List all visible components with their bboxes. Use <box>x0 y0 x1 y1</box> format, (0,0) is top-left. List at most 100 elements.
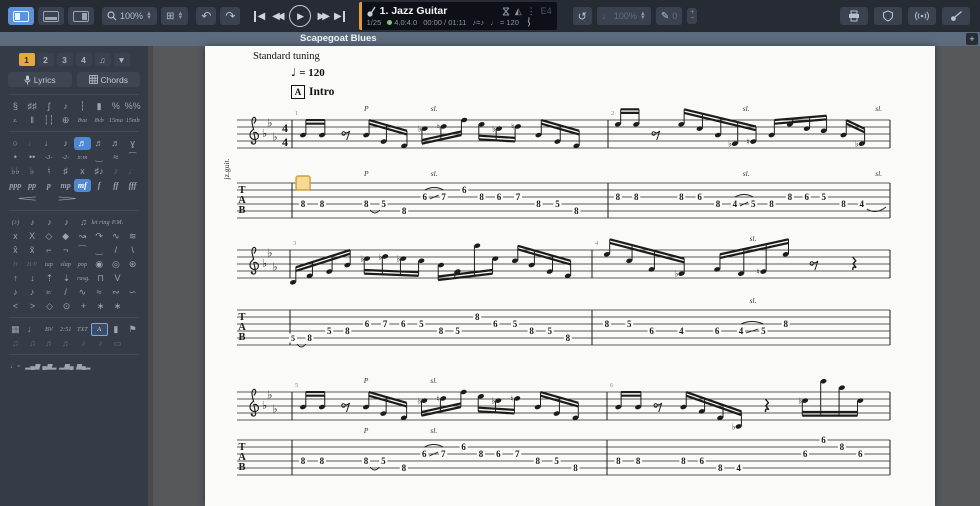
tab-number[interactable]: 8 <box>364 199 369 209</box>
final-barline-tool[interactable]: ‖ <box>24 114 41 127</box>
tab-number[interactable]: 8 <box>769 199 774 209</box>
tab-number[interactable]: 6 <box>365 319 370 329</box>
tab-number[interactable]: 8 <box>573 463 578 473</box>
double-simile-tool[interactable]: %% <box>124 100 141 113</box>
dynamic-fff-tool[interactable]: fff <box>124 179 141 192</box>
thirtysecond-note-tool[interactable]: ♬ <box>91 137 108 150</box>
tab-number[interactable]: 8 <box>679 192 684 202</box>
double-dotted-tool[interactable]: •• <box>24 151 41 164</box>
sharp-tool[interactable]: ♯ <box>57 165 74 178</box>
quindicesima-alta-tool[interactable]: 15ma <box>108 114 125 127</box>
snap-pizzicato-tool[interactable]: ∗ <box>92 300 109 313</box>
tab-number[interactable]: 8 <box>681 456 686 466</box>
tab-number[interactable]: 6 <box>700 456 705 466</box>
swing-feel-tool[interactable]: ♫ <box>7 337 24 350</box>
tab-number[interactable]: 5 <box>627 319 632 329</box>
dotted-note-tool[interactable]: • <box>7 151 24 164</box>
buzz-tool[interactable]: ∗ <box>109 300 126 313</box>
tab-number[interactable]: 8 <box>402 206 407 216</box>
dead-chord-tool[interactable]: X <box>24 230 41 243</box>
tab-number[interactable]: 4 <box>679 326 684 336</box>
dynamic-mp-tool[interactable]: mp <box>57 179 74 192</box>
automation-1-tool[interactable]: ▂▄▆ <box>24 360 41 373</box>
view-mode-screen-button[interactable] <box>68 7 94 25</box>
dead-note-tool[interactable]: x <box>7 230 24 243</box>
tab-number[interactable]: 5 <box>381 456 386 466</box>
fermata-tool[interactable]: ⁀ <box>124 151 141 164</box>
tab-number[interactable]: 6 <box>461 442 466 452</box>
force-beam-tool[interactable]: ♪ <box>75 337 92 350</box>
tab-number[interactable]: 6 <box>649 326 654 336</box>
double-sharp-tool[interactable]: x <box>74 165 91 178</box>
fingering-tool[interactable]: ⊛ <box>124 258 141 271</box>
score-page[interactable]: Standard tuning ♩ = 120 A Intro ♭ ♭ ♭ 4 4 T A B… <box>205 46 935 506</box>
voice-2-button[interactable]: 2 <box>37 53 54 66</box>
play-button[interactable]: ▶ <box>288 5 311 27</box>
plus-mark-tool[interactable]: + <box>75 300 92 313</box>
tremolo-tool[interactable]: x̃ <box>24 244 41 257</box>
tap-tool[interactable]: tap <box>41 258 58 271</box>
tab-number[interactable]: 8 <box>301 456 306 466</box>
pull-arc-tool[interactable]: ‿ <box>91 244 108 257</box>
track-menu-icon[interactable]: ⋮ <box>527 6 536 17</box>
text-tool[interactable]: TXT <box>74 323 91 336</box>
speed-trainer-control[interactable]: ✎ 0 <box>655 7 683 25</box>
rasgueado-tool[interactable]: rasg. <box>75 272 92 285</box>
document-tab[interactable]: Scapegoat Blues <box>300 33 377 44</box>
accent-mark-tool[interactable]: < <box>7 300 24 313</box>
tab-number[interactable]: 8 <box>566 333 571 343</box>
dynamic-mf-tool[interactable]: mf <box>74 178 91 192</box>
voice-filter-button[interactable]: ▼ <box>113 53 130 66</box>
layout-stepper[interactable]: ▲ ▼ <box>177 11 183 21</box>
slide-down-tool[interactable]: \ <box>124 244 141 257</box>
tempo-stepper[interactable]: ▲ ▼ <box>640 11 646 21</box>
whole-note-tool[interactable]: ○ <box>7 137 24 150</box>
key-signature-tool[interactable]: ♯♯ <box>24 100 41 113</box>
half-note-tool[interactable]: ♩ <box>24 137 41 150</box>
tab-number[interactable]: 8 <box>616 192 621 202</box>
thick-barline-tool[interactable]: ▮ <box>91 100 108 113</box>
section-marker-tool[interactable]: A <box>90 322 108 336</box>
slide-up-tool[interactable]: / <box>108 244 125 257</box>
tab-number[interactable]: 5 <box>761 326 766 336</box>
tab-number[interactable]: 8 <box>718 463 723 473</box>
voice-1-button[interactable]: 1 <box>18 53 35 66</box>
dynamic-p-tool[interactable]: p <box>41 179 58 192</box>
voice-3-button[interactable]: 3 <box>56 53 73 66</box>
left-hand-tool[interactable]: ◉ <box>91 258 108 271</box>
rewind-button[interactable]: ◀◀ <box>272 11 285 22</box>
chords-button[interactable]: Chords <box>76 72 140 87</box>
tab-number[interactable]: 8 <box>301 199 306 209</box>
view-mode-page-button[interactable] <box>8 7 34 25</box>
barline-tool[interactable]: ┆ <box>74 100 91 113</box>
tab-number[interactable]: 8 <box>616 456 621 466</box>
bend-tool[interactable]: ↝ <box>74 230 91 243</box>
beam-split-tool[interactable]: ♬ <box>58 337 75 350</box>
harmonic-mark-tool[interactable]: ◇ <box>41 300 58 313</box>
tab-number[interactable]: 8 <box>535 456 540 466</box>
audio-settings-button[interactable] <box>908 7 936 25</box>
grace-before-beat-tool[interactable]: ♪ <box>7 286 24 299</box>
pop-tool[interactable]: pop <box>74 258 91 271</box>
tab-number[interactable]: 4 <box>733 199 738 209</box>
metronome-icon[interactable]: ◭ <box>515 6 522 17</box>
tab-number[interactable]: 8 <box>529 326 534 336</box>
zoom-stepper[interactable]: ▲ ▼ <box>146 11 152 21</box>
duplet-tool[interactable]: -2- <box>57 151 74 164</box>
marcato-mark-tool[interactable]: > <box>24 300 41 313</box>
tab-number[interactable]: 5 <box>381 199 386 209</box>
tab-number[interactable]: 8 <box>716 199 721 209</box>
tab-number[interactable]: 6 <box>497 192 502 202</box>
tab-number[interactable]: 8 <box>439 326 444 336</box>
tab-number[interactable]: 8 <box>788 192 793 202</box>
tab-number[interactable]: 6 <box>803 449 808 459</box>
tab-number[interactable]: 8 <box>345 326 350 336</box>
slide-out-tool[interactable]: ¬ <box>57 244 74 257</box>
quindicesima-bassa-tool[interactable]: 15mb <box>124 114 141 127</box>
tab-number[interactable]: 7 <box>383 319 388 329</box>
tied-notes-tool[interactable]: ♫ <box>75 216 92 229</box>
arpeggio-down-tool[interactable]: ⇣ <box>58 272 75 285</box>
tab-number[interactable]: 6 <box>805 192 810 202</box>
tab-number[interactable]: 6 <box>821 435 826 445</box>
tab-number[interactable]: 8 <box>402 463 407 473</box>
